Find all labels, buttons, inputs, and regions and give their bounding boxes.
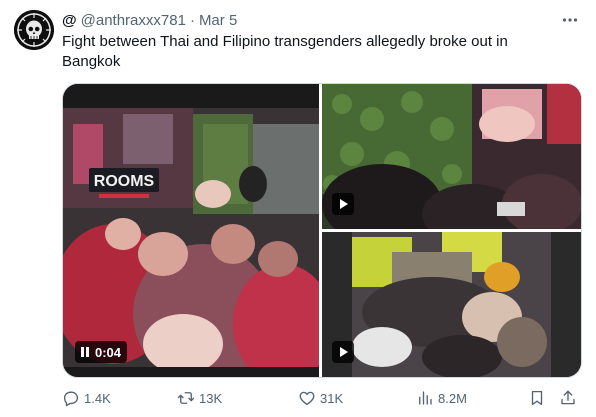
- repost-button[interactable]: 13K: [177, 389, 222, 407]
- video-duration-badge[interactable]: 0:04: [75, 341, 128, 363]
- reply-icon: [63, 391, 79, 407]
- repost-count: 13K: [199, 390, 223, 406]
- author-display-name[interactable]: @: [62, 12, 77, 29]
- skull-logo-icon: [14, 10, 54, 50]
- share-icon: [561, 390, 575, 405]
- reply-button[interactable]: 1.4K: [62, 389, 111, 407]
- avatar[interactable]: [14, 10, 54, 50]
- repost-icon: [177, 392, 195, 404]
- separator-dot: ·: [189, 11, 195, 29]
- action-bar: 1.4K 13K 31K 8.2M: [62, 386, 582, 410]
- play-button[interactable]: [332, 193, 354, 215]
- like-count: 31K: [320, 390, 344, 406]
- heart-icon: [299, 391, 315, 406]
- video-thumbnail-ivy-wall: [322, 84, 581, 229]
- video-main[interactable]: ROOMS 0:04: [63, 84, 319, 377]
- more-horizontal-icon: [562, 18, 578, 22]
- media-grid: ROOMS 0:04: [62, 83, 582, 378]
- more-options-button[interactable]: [558, 8, 582, 32]
- bar-chart-icon: [419, 391, 432, 405]
- video-bottom-right[interactable]: [322, 232, 581, 377]
- pause-icon: [81, 347, 89, 357]
- video-top-right[interactable]: [322, 84, 581, 229]
- tweet-text: Fight between Thai and Filipino transgen…: [62, 33, 508, 70]
- bookmark-icon: [531, 390, 543, 406]
- play-icon: [340, 347, 348, 357]
- reply-count: 1.4K: [84, 390, 111, 406]
- video-thumbnail-crowd: ROOMS: [63, 84, 319, 377]
- tweet-date[interactable]: Mar 5: [199, 12, 237, 29]
- bookmark-button[interactable]: [528, 389, 550, 407]
- tweet-header: @ @anthraxxx781 · Mar 5: [62, 10, 580, 30]
- video-thumbnail-security-guards: [322, 232, 581, 377]
- rooms-sign-text: ROOMS: [94, 173, 155, 190]
- view-count: 8.2M: [438, 390, 467, 406]
- play-button[interactable]: [332, 341, 354, 363]
- views-button[interactable]: 8.2M: [416, 389, 467, 407]
- like-button[interactable]: 31K: [298, 389, 343, 407]
- video-duration: 0:04: [95, 344, 122, 360]
- play-icon: [340, 199, 348, 209]
- share-button[interactable]: [559, 389, 581, 407]
- author-handle[interactable]: @anthraxxx781: [81, 12, 186, 29]
